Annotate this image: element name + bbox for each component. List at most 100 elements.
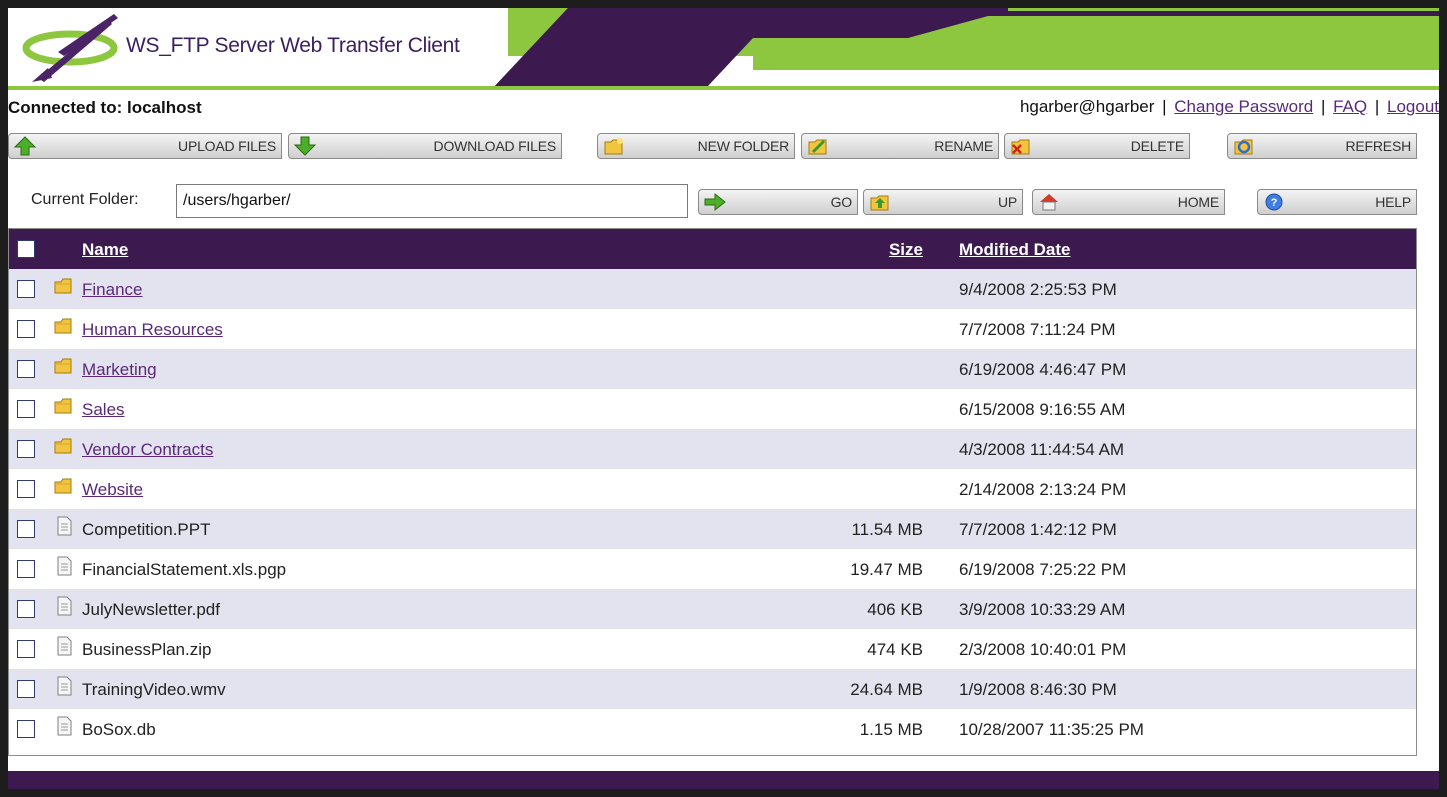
go-button[interactable]: GO xyxy=(698,189,858,215)
up-button[interactable]: UP xyxy=(863,189,1023,215)
row-checkbox[interactable] xyxy=(17,680,35,698)
row-checkbox[interactable] xyxy=(17,720,35,738)
home-button[interactable]: HOME xyxy=(1032,189,1225,215)
size-column-header[interactable]: Size xyxy=(889,240,923,260)
modified-date: 10/28/2007 11:35:25 PM xyxy=(959,720,1144,739)
new-folder-button[interactable]: NEW FOLDER xyxy=(597,133,795,159)
modified-date: 1/9/2008 8:46:30 PM xyxy=(959,680,1117,699)
modified-date: 4/3/2008 11:44:54 AM xyxy=(959,440,1125,459)
folder-link[interactable]: Vendor Contracts xyxy=(82,440,213,460)
folder-link[interactable]: Website xyxy=(82,480,143,500)
up-folder-icon xyxy=(870,195,889,211)
table-row[interactable]: FinancialStatement.xls.pgp 19.47 MB 6/19/2… xyxy=(9,549,1416,589)
row-checkbox[interactable] xyxy=(17,600,35,618)
folder-icon xyxy=(53,396,75,416)
home-icon xyxy=(1040,194,1058,211)
green-right-arrow-icon xyxy=(704,192,726,212)
file-name: Competition.PPT xyxy=(82,520,211,539)
file-icon xyxy=(53,716,75,736)
table-row[interactable]: Sales 6/15/2008 9:16:55 AM xyxy=(9,389,1416,429)
user-name: hgarber@hgarber xyxy=(1019,97,1155,116)
folder-icon xyxy=(53,276,75,296)
header-banner: WS_FTP Server Web Transfer Client xyxy=(8,8,1439,90)
row-checkbox[interactable] xyxy=(17,280,35,298)
file-name: TrainingVideo.wmv xyxy=(82,680,226,699)
new-folder-icon xyxy=(604,138,623,155)
folder-link[interactable]: Sales xyxy=(82,400,125,420)
upload-files-button[interactable]: UPLOAD FILES xyxy=(8,133,282,159)
download-files-button[interactable]: DOWNLOAD FILES xyxy=(288,133,562,159)
file-name: JulyNewsletter.pdf xyxy=(82,600,220,619)
row-checkbox[interactable] xyxy=(17,560,35,578)
table-row[interactable]: Website 2/14/2008 2:13:24 PM xyxy=(9,469,1416,509)
delete-icon xyxy=(1011,139,1030,155)
row-checkbox[interactable] xyxy=(17,440,35,458)
file-size: 1.15 MB xyxy=(859,720,923,739)
connection-status: Connected to: localhost xyxy=(8,98,202,117)
help-button[interactable]: ? HELP xyxy=(1257,189,1417,215)
folder-link[interactable]: Marketing xyxy=(82,360,157,380)
modified-date-column-header[interactable]: Modified Date xyxy=(959,240,1070,260)
table-row[interactable]: JulyNewsletter.pdf 406 KB 3/9/2008 10:33:2… xyxy=(9,589,1416,629)
separator: | xyxy=(1374,97,1380,116)
file-icon xyxy=(53,676,75,696)
green-up-arrow-icon xyxy=(13,136,37,156)
ws-ftp-logo-icon xyxy=(22,14,118,82)
rename-icon xyxy=(808,139,827,155)
folder-icon xyxy=(53,356,75,376)
modified-date: 2/3/2008 10:40:01 PM xyxy=(959,640,1127,659)
modified-date: 7/7/2008 7:11:24 PM xyxy=(959,320,1116,339)
row-checkbox[interactable] xyxy=(17,360,35,378)
current-folder-label: Current Folder: xyxy=(31,191,139,208)
green-down-arrow-icon xyxy=(293,136,317,156)
table-row[interactable]: Marketing 6/19/2008 4:46:47 PM xyxy=(9,349,1416,389)
refresh-button[interactable]: REFRESH xyxy=(1227,133,1417,159)
file-icon xyxy=(53,556,75,576)
row-checkbox[interactable] xyxy=(17,640,35,658)
change-password-link[interactable]: Change Password xyxy=(1174,97,1313,116)
refresh-icon xyxy=(1234,139,1253,155)
faq-link[interactable]: FAQ xyxy=(1333,97,1367,116)
file-name: BoSox.db xyxy=(82,720,156,739)
file-name: BusinessPlan.zip xyxy=(82,640,212,659)
folder-link[interactable]: Finance xyxy=(82,280,142,300)
folder-icon xyxy=(53,316,75,336)
table-row[interactable]: Finance 9/4/2008 2:25:53 PM xyxy=(9,269,1416,309)
row-checkbox[interactable] xyxy=(17,400,35,418)
separator: | xyxy=(1320,97,1326,116)
row-checkbox[interactable] xyxy=(17,320,35,338)
name-column-header[interactable]: Name xyxy=(82,240,128,260)
table-row[interactable]: BusinessPlan.zip 474 KB 2/3/2008 10:40:01 … xyxy=(9,629,1416,669)
logout-link[interactable]: Logout xyxy=(1387,97,1439,116)
folder-link[interactable]: Human Resources xyxy=(82,320,223,340)
modified-date: 9/4/2008 2:25:53 PM xyxy=(959,280,1117,299)
modified-date: 3/9/2008 10:33:29 AM xyxy=(959,600,1126,619)
user-links: hgarber@hgarber | Change Password | FAQ … xyxy=(1020,97,1439,117)
svg-text:?: ? xyxy=(1271,197,1278,209)
folder-icon xyxy=(53,476,75,496)
table-row[interactable]: BoSox.db 1.15 MB 10/28/2007 11:35:25 PM xyxy=(9,709,1416,749)
file-size: 406 KB xyxy=(867,600,923,619)
app-title: WS_FTP Server Web Transfer Client xyxy=(126,34,460,57)
current-folder-input[interactable] xyxy=(176,184,688,218)
file-size: 11.54 MB xyxy=(851,520,923,539)
row-checkbox[interactable] xyxy=(17,480,35,498)
file-size: 19.47 MB xyxy=(850,560,923,579)
table-header: Name Size Modified Date xyxy=(9,229,1416,269)
delete-button[interactable]: DELETE xyxy=(1004,133,1190,159)
modified-date: 7/7/2008 1:42:12 PM xyxy=(959,520,1117,539)
file-size: 24.64 MB xyxy=(850,680,923,699)
table-row[interactable]: Competition.PPT 11.54 MB 7/7/2008 1:42:12 … xyxy=(9,509,1416,549)
modified-date: 2/14/2008 2:13:24 PM xyxy=(959,480,1127,499)
help-icon: ? xyxy=(1265,193,1283,211)
table-row[interactable]: TrainingVideo.wmv 24.64 MB 1/9/2008 8:46:3… xyxy=(9,669,1416,709)
app-window: WS_FTP Server Web Transfer Client Connec… xyxy=(8,8,1439,789)
table-row[interactable]: Vendor Contracts 4/3/2008 11:44:54 AM xyxy=(9,429,1416,469)
file-icon xyxy=(53,596,75,616)
select-all-checkbox[interactable] xyxy=(17,240,35,258)
row-checkbox[interactable] xyxy=(17,520,35,538)
table-row[interactable]: Human Resources 7/7/2008 7:11:24 PM xyxy=(9,309,1416,349)
file-size: 474 KB xyxy=(867,640,923,659)
rename-button[interactable]: RENAME xyxy=(801,133,999,159)
modified-date: 6/15/2008 9:16:55 AM xyxy=(959,400,1126,419)
